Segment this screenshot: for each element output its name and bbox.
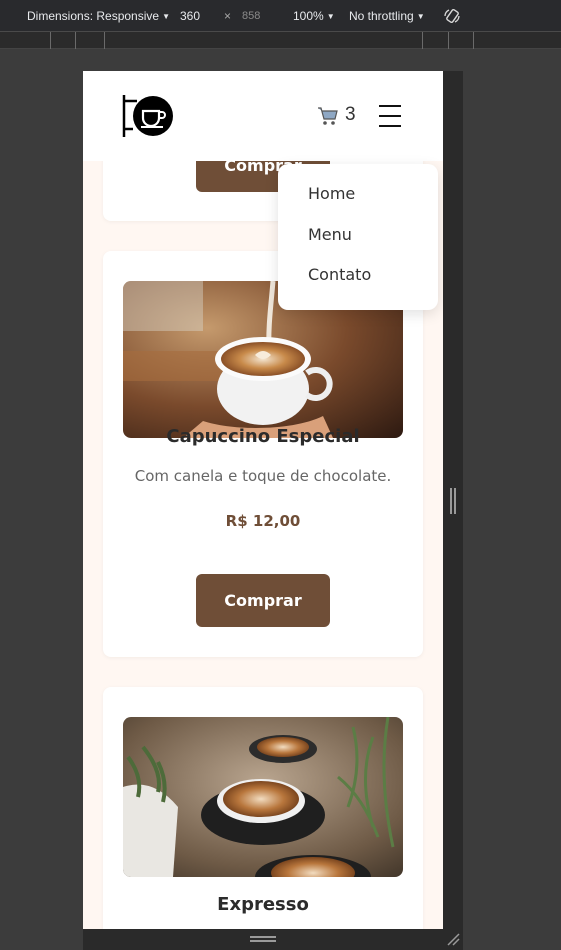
product-title: Capuccino Especial [166,426,360,447]
zoom-label: 100% [293,9,324,23]
product-description: Com canela e toque de chocolate. [134,467,392,485]
resize-corner-icon[interactable] [446,932,460,946]
coffee-cup-sign-icon[interactable] [121,93,177,139]
shopping-cart-icon[interactable] [317,105,339,127]
height-input[interactable]: 858 [242,10,260,22]
times-icon: × [224,9,232,23]
caret-down-icon: ▼ [162,12,170,21]
cart-count: 3 [345,104,356,125]
zoom-dropdown[interactable]: 100% ▼ [293,9,335,23]
product-price: R$ 12,00 [225,512,301,530]
product-card: Expresso [103,687,423,929]
throttling-label: No throttling [349,9,414,23]
device-viewport: Comprar Capuccino Especial Com canela e … [83,71,443,929]
throttling-dropdown[interactable]: No throttling ▼ [349,9,425,23]
buy-button[interactable]: Comprar [196,574,330,627]
product-title: Expresso [217,894,309,915]
dimensions-dropdown[interactable]: Dimensions: Responsive ▼ [27,9,170,23]
product-image [123,717,403,877]
resize-handle-bottom[interactable] [250,936,276,942]
nav-item-contato[interactable]: Contato [278,265,438,306]
nav-item-menu[interactable]: Menu [278,225,438,266]
caret-down-icon: ▼ [326,12,335,21]
caret-down-icon: ▼ [416,12,425,21]
dimensions-label: Dimensions: Responsive [27,9,160,23]
width-input[interactable]: 360 [180,9,200,23]
hamburger-icon[interactable] [379,105,401,129]
rotate-icon[interactable] [443,7,461,25]
nav-item-home[interactable]: Home [278,184,438,225]
media-query-ruler [0,32,561,49]
devtools-toolbar: Dimensions: Responsive ▼ 360 × 858 100% ▼ … [0,0,561,32]
resize-handle-right[interactable] [450,488,456,514]
site-header: 3 [83,71,443,161]
nav-dropdown: Home Menu Contato [278,164,438,310]
product-card: Capuccino Especial Com canela e toque de… [103,251,423,657]
